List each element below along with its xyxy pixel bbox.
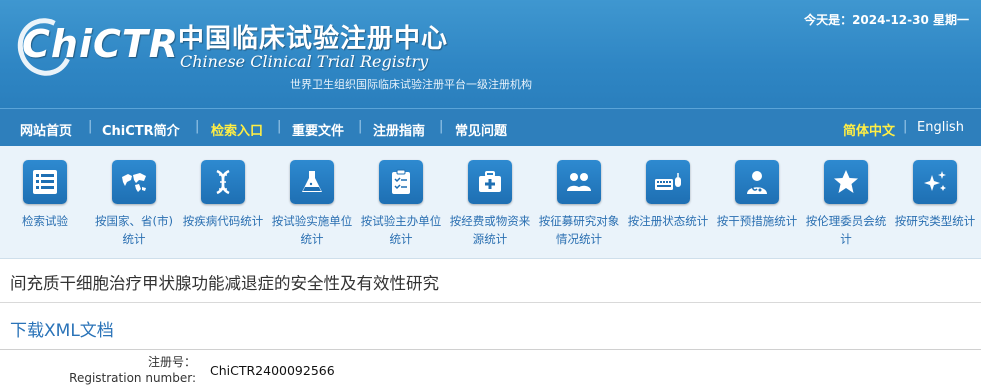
stats-by-sponsor-link[interactable]: 按试验主办单位统计 [358,160,444,248]
icon-label: 按国家、省(市)统计 [95,214,173,246]
download-xml-link[interactable]: 下载XML文档 [10,316,114,341]
stats-by-recruitment-link[interactable]: 按征募研究对象情况统计 [536,160,622,248]
nav-separator: | [439,119,444,134]
icon-label: 按疾病代码统计 [182,214,264,228]
nav-search[interactable]: 检索入口 [211,120,263,139]
stats-by-disease-link[interactable]: 按疾病代码统计 [180,160,266,230]
trial-title: 间充质干细胞治疗甲状腺功能减退症的安全性及有效性研究 [10,274,439,293]
world-map-icon [112,160,156,204]
doctor-icon [735,160,779,204]
search-trials-link[interactable]: 检索试验 [2,160,88,230]
medkit-icon [468,160,512,204]
lang-english[interactable]: English [917,120,964,135]
people-icon [557,160,601,204]
nav-guide[interactable]: 注册指南 [373,120,425,139]
nav-separator: | [88,119,93,134]
dna-icon [201,160,245,204]
stats-by-intervention-link[interactable]: 按干预措施统计 [714,160,800,230]
icon-label: 按伦理委员会统计 [805,214,887,246]
stats-by-funding-link[interactable]: 按经费或物资来源统计 [447,160,533,248]
clipboard-icon [379,160,423,204]
icon-label: 按研究类型统计 [894,214,976,228]
nav-separator: | [903,119,908,134]
registration-label-en: Registration number: [69,371,196,385]
statistics-icon-bar: 检索试验 按国家、省(市)统计 按疾病代码统计 按试验实施单位统计 按试验主办单… [0,146,981,259]
stats-by-ethics-committee-link[interactable]: 按伦理委员会统计 [803,160,889,248]
nav-about[interactable]: ChiCTR简介 [102,120,180,139]
registration-number-row: 注册号： Registration number: ChiCTR24000925… [0,350,981,392]
nav-separator: | [195,119,200,134]
icon-label: 按干预措施统计 [716,214,798,228]
icon-label: 按征募研究对象情况统计 [538,214,620,246]
site-header: ChiCTR 中国临床试验注册中心 Chinese Clinical Trial… [0,0,981,108]
icon-label: 按经费或物资来源统计 [449,214,531,246]
icon-label: 按注册状态统计 [627,214,709,228]
nav-separator: | [358,119,363,134]
site-logo[interactable]: ChiCTR [22,22,179,66]
sparkle-icon [913,160,957,204]
nav-separator: | [277,119,282,134]
site-title-en: Chinese Clinical Trial Registry [180,52,429,71]
stats-by-region-link[interactable]: 按国家、省(市)统计 [91,160,177,248]
flask-icon [290,160,334,204]
keyboard-mouse-icon [646,160,690,204]
registration-number-value: ChiCTR2400092566 [210,363,335,378]
list-icon [23,160,67,204]
stats-by-implementing-unit-link[interactable]: 按试验实施单位统计 [269,160,355,248]
main-nav: 网站首页 | ChiCTR简介 | 检索入口 | 重要文件 | 注册指南 | 常… [0,108,981,147]
nav-home[interactable]: 网站首页 [20,120,72,139]
divider [0,302,981,303]
nav-faq[interactable]: 常见问题 [455,120,507,139]
star-icon [824,160,868,204]
site-subtitle: 世界卫生组织国际临床试验注册平台一级注册机构 [290,78,532,91]
stats-by-status-link[interactable]: 按注册状态统计 [625,160,711,230]
nav-documents[interactable]: 重要文件 [292,120,344,139]
lang-chinese[interactable]: 简体中文 [843,120,895,139]
stats-by-study-type-link[interactable]: 按研究类型统计 [892,160,978,230]
registration-number-label: 注册号： Registration number: [69,354,196,386]
current-date: 今天是：2024-12-30 星期一 [804,13,969,27]
icon-label: 检索试验 [22,214,68,228]
icon-label: 按试验实施单位统计 [271,214,353,246]
registration-label-cn: 注册号： [147,355,196,369]
site-title-cn: 中国临床试验注册中心 [178,24,449,54]
icon-label: 按试验主办单位统计 [360,214,442,246]
